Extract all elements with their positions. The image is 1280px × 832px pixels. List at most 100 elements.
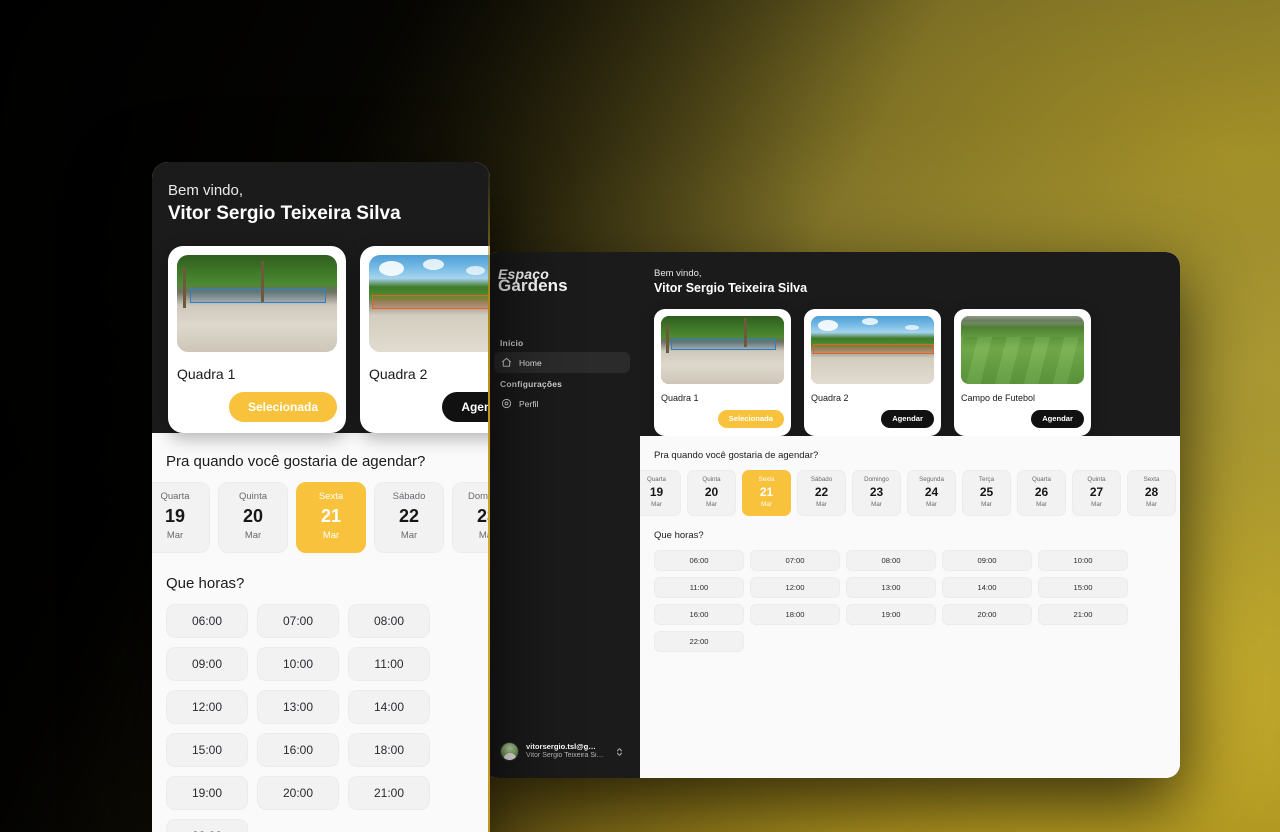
desktop-app-window: Espaço Gardens Início Home Configurações (484, 252, 1180, 778)
time-chip-1100[interactable]: 11:00 (654, 577, 744, 599)
mobile-time-chip-2000[interactable]: 20:00 (257, 775, 339, 810)
venue-book-button[interactable]: Agendar (442, 392, 490, 423)
date-chip-dow: Quarta (647, 476, 666, 484)
date-chip-day: 28 (1144, 485, 1159, 500)
date-chip-day: 24 (924, 485, 939, 500)
hero-greeting: Bem vindo, (654, 268, 702, 279)
nav-section-label-inicio: Início (500, 338, 524, 348)
user-circle-icon (501, 398, 512, 409)
venue-book-button[interactable]: Agendar (881, 410, 934, 429)
date-chip-day: 22 (398, 506, 420, 527)
venue-book-button[interactable]: Agendar (1031, 410, 1084, 429)
avatar (500, 742, 519, 761)
date-chip-28[interactable]: Sexta 28 Mar (1127, 470, 1176, 517)
time-chip-2100[interactable]: 21:00 (1038, 604, 1128, 626)
time-chip-1800[interactable]: 18:00 (750, 604, 840, 626)
venue-card-quadra-1[interactable]: Quadra 1 Selecionada (654, 309, 791, 437)
time-chip-1500[interactable]: 15:00 (1038, 577, 1128, 599)
date-chip-month: Mar (871, 500, 882, 508)
time-chip-1200[interactable]: 12:00 (750, 577, 840, 599)
sidebar-item-perfil[interactable]: Perfil (494, 393, 630, 414)
venue-photo (661, 316, 784, 385)
time-chip-1900[interactable]: 19:00 (846, 604, 936, 626)
time-chip-0800[interactable]: 08:00 (846, 550, 936, 572)
mobile-date-chip-21[interactable]: Sexta 21 Mar (296, 482, 366, 553)
mobile-time-chip-2200[interactable]: 22:00 (166, 818, 248, 832)
mobile-date-selector-strip[interactable]: Quarta 19 Mar Quinta 20 Mar Sexta 21 Mar Sábado 22… (152, 482, 490, 553)
time-chip-1000[interactable]: 10:00 (1038, 550, 1128, 572)
date-chip-day: 21 (759, 485, 774, 500)
mobile-date-chip-20[interactable]: Quinta 20 Mar (218, 482, 288, 553)
date-chip-22[interactable]: Sábado 22 Mar (797, 470, 846, 517)
date-chip-dow: Quarta (160, 491, 190, 503)
time-question-label: Que horas? (654, 530, 704, 542)
venue-book-button[interactable]: Selecionada (717, 410, 784, 429)
time-chip-1300[interactable]: 13:00 (846, 577, 936, 599)
date-chip-dow: Sexta (318, 491, 344, 503)
time-chip-1600[interactable]: 16:00 (654, 604, 744, 626)
date-chip-25[interactable]: Terça 25 Mar (962, 470, 1011, 517)
time-chip-2000[interactable]: 20:00 (942, 604, 1032, 626)
mobile-hero-greeting: Bem vindo, (168, 182, 244, 199)
date-chip-month: Mar (1091, 500, 1102, 508)
mobile-time-chip-0800[interactable]: 08:00 (348, 603, 430, 638)
venue-card-quadra-2[interactable]: Quadra 2 Agendar (804, 309, 941, 437)
time-chip-0900[interactable]: 09:00 (942, 550, 1032, 572)
mobile-date-chip-23[interactable]: Domingo 23 Mar (452, 482, 490, 553)
date-question-label: Pra quando você gostaria de agendar? (654, 450, 819, 462)
time-chip-1400[interactable]: 14:00 (942, 577, 1032, 599)
mobile-time-chip-0900[interactable]: 09:00 (166, 646, 248, 681)
time-chip-2200[interactable]: 22:00 (654, 631, 744, 653)
mobile-time-chip-0700[interactable]: 07:00 (257, 603, 339, 638)
date-chip-26[interactable]: Quarta 26 Mar (1017, 470, 1066, 517)
date-chip-dow: Sexta (1143, 476, 1160, 484)
venue-photo (961, 316, 1084, 385)
venue-name: Campo de Futebol (961, 393, 1036, 404)
user-meta: vitorsergio.tsl@g… Vitor Sergio Teixeira… (526, 743, 608, 760)
mobile-time-chip-1300[interactable]: 13:00 (257, 689, 339, 724)
mobile-venue-card-quadra-1[interactable]: Quadra 1 Selecionada (168, 246, 346, 434)
mobile-time-chip-0600[interactable]: 06:00 (166, 603, 248, 638)
mobile-date-chip-19[interactable]: Quarta 19 Mar (152, 482, 210, 553)
sidebar: Espaço Gardens Início Home Configurações (484, 252, 640, 778)
mobile-time-chip-1400[interactable]: 14:00 (348, 689, 430, 724)
date-chip-21[interactable]: Sexta 21 Mar (742, 470, 791, 517)
brand-logo: Espaço Gardens (494, 266, 630, 294)
date-chip-24[interactable]: Segunda 24 Mar (907, 470, 956, 517)
mobile-time-chip-1200[interactable]: 12:00 (166, 689, 248, 724)
date-selector-strip[interactable]: Quarta 19 Mar Quinta 20 Mar Sexta 21 Mar Sábado 22… (640, 470, 1180, 517)
date-chip-month: Mar (706, 500, 717, 508)
date-chip-month: Mar (1036, 500, 1047, 508)
time-chip-0700[interactable]: 07:00 (750, 550, 840, 572)
date-chip-month: Mar (1146, 500, 1157, 508)
mobile-date-chip-22[interactable]: Sábado 22 Mar (374, 482, 444, 553)
sidebar-item-home[interactable]: Home (494, 352, 630, 373)
mobile-time-chip-1100[interactable]: 11:00 (348, 646, 430, 681)
mobile-time-chip-1600[interactable]: 16:00 (257, 732, 339, 767)
mobile-time-chip-1000[interactable]: 10:00 (257, 646, 339, 681)
booking-panel: Pra quando você gostaria de agendar? Qua… (640, 436, 1180, 778)
mobile-time-chip-2100[interactable]: 21:00 (348, 775, 430, 810)
mobile-time-chip-1800[interactable]: 18:00 (348, 732, 430, 767)
date-chip-month: Mar (926, 500, 937, 508)
time-slot-grid[interactable]: 06:00 07:00 08:00 09:00 10:00 11:00 12:00 13:00… (654, 550, 1180, 653)
user-email: vitorsergio.tsl@g… (526, 742, 596, 751)
date-chip-23[interactable]: Domingo 23 Mar (852, 470, 901, 517)
mobile-time-chip-1900[interactable]: 19:00 (166, 775, 248, 810)
mobile-venue-card-quadra-2[interactable]: Quadra 2 Agendar (360, 246, 490, 434)
date-chip-day: 20 (704, 485, 719, 500)
date-chip-month: Mar (400, 529, 418, 541)
mobile-time-chip-1500[interactable]: 15:00 (166, 732, 248, 767)
date-chip-20[interactable]: Quinta 20 Mar (687, 470, 736, 517)
date-chip-19[interactable]: Quarta 19 Mar (640, 470, 681, 517)
venue-book-button[interactable]: Selecionada (228, 392, 337, 423)
chevron-up-down-icon[interactable] (615, 746, 624, 758)
venue-cards-row: Quadra 1 Selecionada Quadra 2 Agendar Ca… (654, 309, 1180, 437)
mobile-time-slot-grid[interactable]: 06:00 07:00 08:00 09:00 10:00 11:00 12:00 13:00… (166, 603, 490, 832)
date-chip-27[interactable]: Quinta 27 Mar (1072, 470, 1121, 517)
date-chip-month: Mar (651, 500, 662, 508)
venue-card-campo-de-futebol[interactable]: Campo de Futebol Agendar (954, 309, 1091, 437)
sidebar-user-account[interactable]: vitorsergio.tsl@g… Vitor Sergio Teixeira… (494, 737, 630, 766)
time-chip-0600[interactable]: 06:00 (654, 550, 744, 572)
date-chip-dow: Domingo (467, 491, 490, 503)
